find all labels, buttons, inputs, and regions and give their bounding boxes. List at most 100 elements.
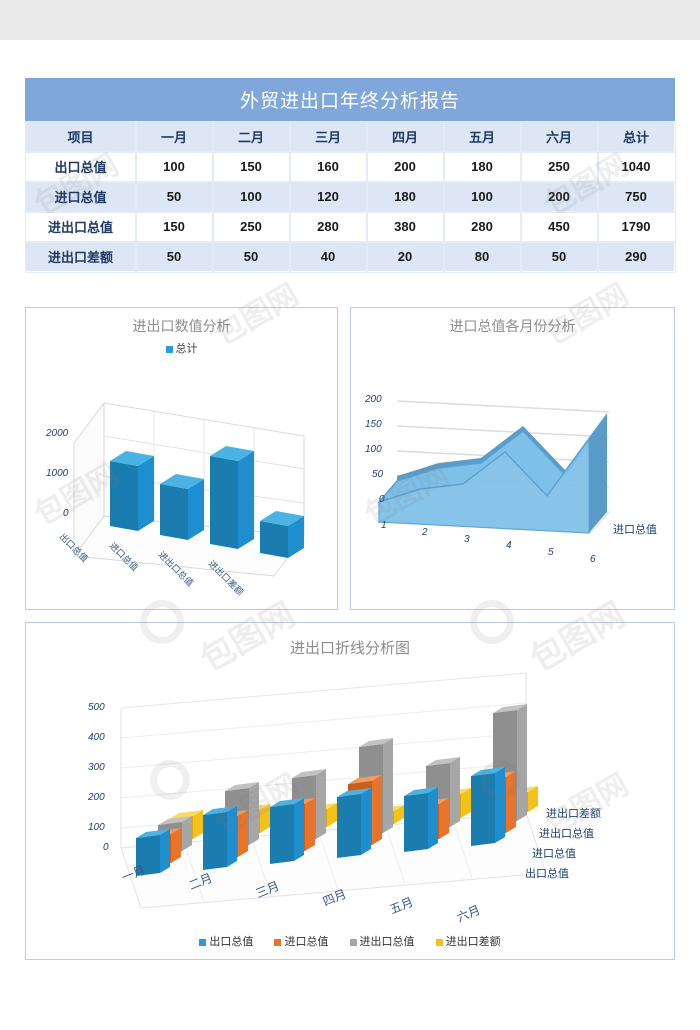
chart-2-xtick-6: 6 (590, 554, 596, 565)
chart-2-xtick-4: 4 (506, 540, 512, 551)
trade-data-table: 项目 一月 二月 三月 四月 五月 六月 总计 出口总值 100 150 160… (24, 120, 676, 273)
legend-item-export: 出口总值 (199, 933, 253, 949)
bar-trade-total (210, 446, 254, 549)
bar-export-total (110, 451, 154, 531)
cell-diff-jun: 50 (519, 240, 599, 273)
row-label-diff: 进出口差额 (24, 240, 137, 273)
chart-2-title: 进口总值各月份分析 (449, 318, 576, 334)
chart-panel-values-analysis: 进出口数值分析 总计 2000 1000 0 出口总值 进口总值 进出口总值 进… (25, 307, 338, 610)
cell-export-may: 180 (442, 150, 522, 183)
cell-export-total: 1040 (596, 150, 676, 183)
chart-3-canvas (120, 672, 547, 909)
bar3-mar-export (270, 798, 304, 864)
table-header-row: 项目 一月 二月 三月 四月 五月 六月 总计 (24, 120, 676, 153)
cell-diff-apr: 20 (365, 240, 445, 273)
col-header-apr: 四月 (365, 120, 445, 153)
cell-diff-jan: 50 (134, 240, 214, 273)
chart-2-ytick-50: 50 (372, 469, 384, 480)
chart-3-ytick-200: 200 (88, 792, 105, 803)
table-row: 进口总值 50 100 120 180 100 200 750 (24, 180, 676, 213)
legend-item-import: 进口总值 (274, 933, 328, 949)
chart-3-ytick-0: 0 (103, 842, 109, 853)
chart-3-legend: 出口总值 进口总值 进出口总值 进出口差额 (26, 933, 674, 949)
cell-import-feb: 100 (211, 180, 291, 213)
cell-import-may: 100 (442, 180, 522, 213)
bar3-feb-export (203, 806, 237, 870)
bar3-jun-export (471, 767, 505, 846)
chart-2-canvas (376, 400, 611, 534)
chart-2-ytick-200: 200 (365, 394, 382, 405)
col-header-item: 项目 (24, 120, 137, 153)
legend-swatch-import (274, 938, 282, 946)
legend-label-import: 进口总值 (284, 936, 329, 948)
cell-total-may: 280 (442, 210, 522, 243)
legend-swatch-total (165, 345, 173, 353)
top-gray-strip (0, 0, 700, 40)
col-header-may: 五月 (442, 120, 522, 153)
cell-total-total: 1790 (596, 210, 676, 243)
table-row: 出口总值 100 150 160 200 180 250 1040 (24, 150, 676, 183)
chart-3-ytick-100: 100 (88, 822, 105, 833)
chart-1-ytick-2000: 2000 (46, 428, 69, 439)
chart-3-series-axis-total: 进出口总值 (539, 828, 594, 840)
legend-label-diff: 进出口差额 (445, 936, 501, 948)
cell-export-jun: 250 (519, 150, 599, 183)
cell-import-jan: 50 (134, 180, 214, 213)
chart-1-legend: 总计 (26, 340, 337, 356)
bar-import-total (160, 474, 204, 540)
chart-3-ytick-400: 400 (88, 732, 105, 743)
chart-3-series-axis-export: 出口总值 (525, 868, 569, 880)
cell-import-apr: 180 (365, 180, 445, 213)
cell-total-apr: 380 (365, 210, 445, 243)
cell-diff-feb: 50 (211, 240, 291, 273)
cell-diff-mar: 40 (288, 240, 368, 273)
page-title: 外贸进出口年终分析报告 (239, 91, 460, 112)
table-row: 进出口差额 50 50 40 20 80 50 290 (24, 240, 676, 273)
col-header-jun: 六月 (519, 120, 599, 153)
cell-export-mar: 160 (288, 150, 368, 183)
cell-import-total: 750 (596, 180, 676, 213)
report-page: 外贸进出口年终分析报告 项目 一月 二月 三月 四月 五月 六月 总计 出口总值… (0, 40, 700, 1030)
cell-import-mar: 120 (288, 180, 368, 213)
chart-1-ytick-0: 0 (63, 508, 69, 519)
chart-2-xtick-2: 2 (422, 527, 428, 538)
chart-panel-trade-breakdown: 进出口折线分析图 500 400 300 200 100 0 一月 二月 三月 … (25, 622, 675, 960)
cell-export-jan: 100 (134, 150, 214, 183)
row-label-import: 进口总值 (24, 180, 137, 213)
legend-label-export: 出口总值 (209, 936, 254, 948)
bar3-apr-export (337, 788, 371, 858)
chart-2-xtick-1: 1 (381, 520, 387, 531)
chart-2-ytick-150: 150 (365, 419, 382, 430)
chart-2-xtick-3: 3 (464, 534, 470, 545)
chart-1-ytick-1000: 1000 (46, 468, 69, 479)
legend-label-total: 总计 (175, 343, 198, 355)
chart-2-ytick-100: 100 (365, 444, 382, 455)
chart-2-series-label: 进口总值 (613, 524, 657, 536)
report-title-band: 外贸进出口年终分析报告 (25, 78, 675, 121)
cell-diff-total: 290 (596, 240, 676, 273)
bar-trade-diff (260, 511, 304, 558)
cell-total-jun: 450 (519, 210, 599, 243)
col-header-mar: 三月 (288, 120, 368, 153)
cell-export-apr: 200 (365, 150, 445, 183)
legend-swatch-export (199, 938, 207, 946)
chart-3-ytick-500: 500 (88, 702, 105, 713)
legend-swatch-diff (435, 938, 443, 946)
chart-3-ytick-300: 300 (88, 762, 105, 773)
legend-item-total: 进出口总值 (349, 933, 415, 949)
chart-panel-import-monthly: 进口总值各月份分析 200 150 100 50 0 1 2 3 4 5 6 进… (350, 307, 675, 610)
cell-total-feb: 250 (211, 210, 291, 243)
chart-3-title: 进出口折线分析图 (289, 640, 410, 657)
chart-2-xtick-5: 5 (548, 547, 554, 558)
cell-total-jan: 150 (134, 210, 214, 243)
chart-1-title: 进出口数值分析 (132, 318, 231, 334)
row-label-export: 出口总值 (24, 150, 137, 183)
chart-3-series-axis-import: 进口总值 (532, 848, 576, 860)
col-header-jan: 一月 (134, 120, 214, 153)
col-header-total: 总计 (596, 120, 676, 153)
legend-swatch-total (349, 938, 357, 946)
chart-2-ytick-0: 0 (379, 494, 385, 505)
cell-import-jun: 200 (519, 180, 599, 213)
bar3-may-export (404, 787, 438, 852)
legend-label-total: 进出口总值 (359, 936, 415, 948)
